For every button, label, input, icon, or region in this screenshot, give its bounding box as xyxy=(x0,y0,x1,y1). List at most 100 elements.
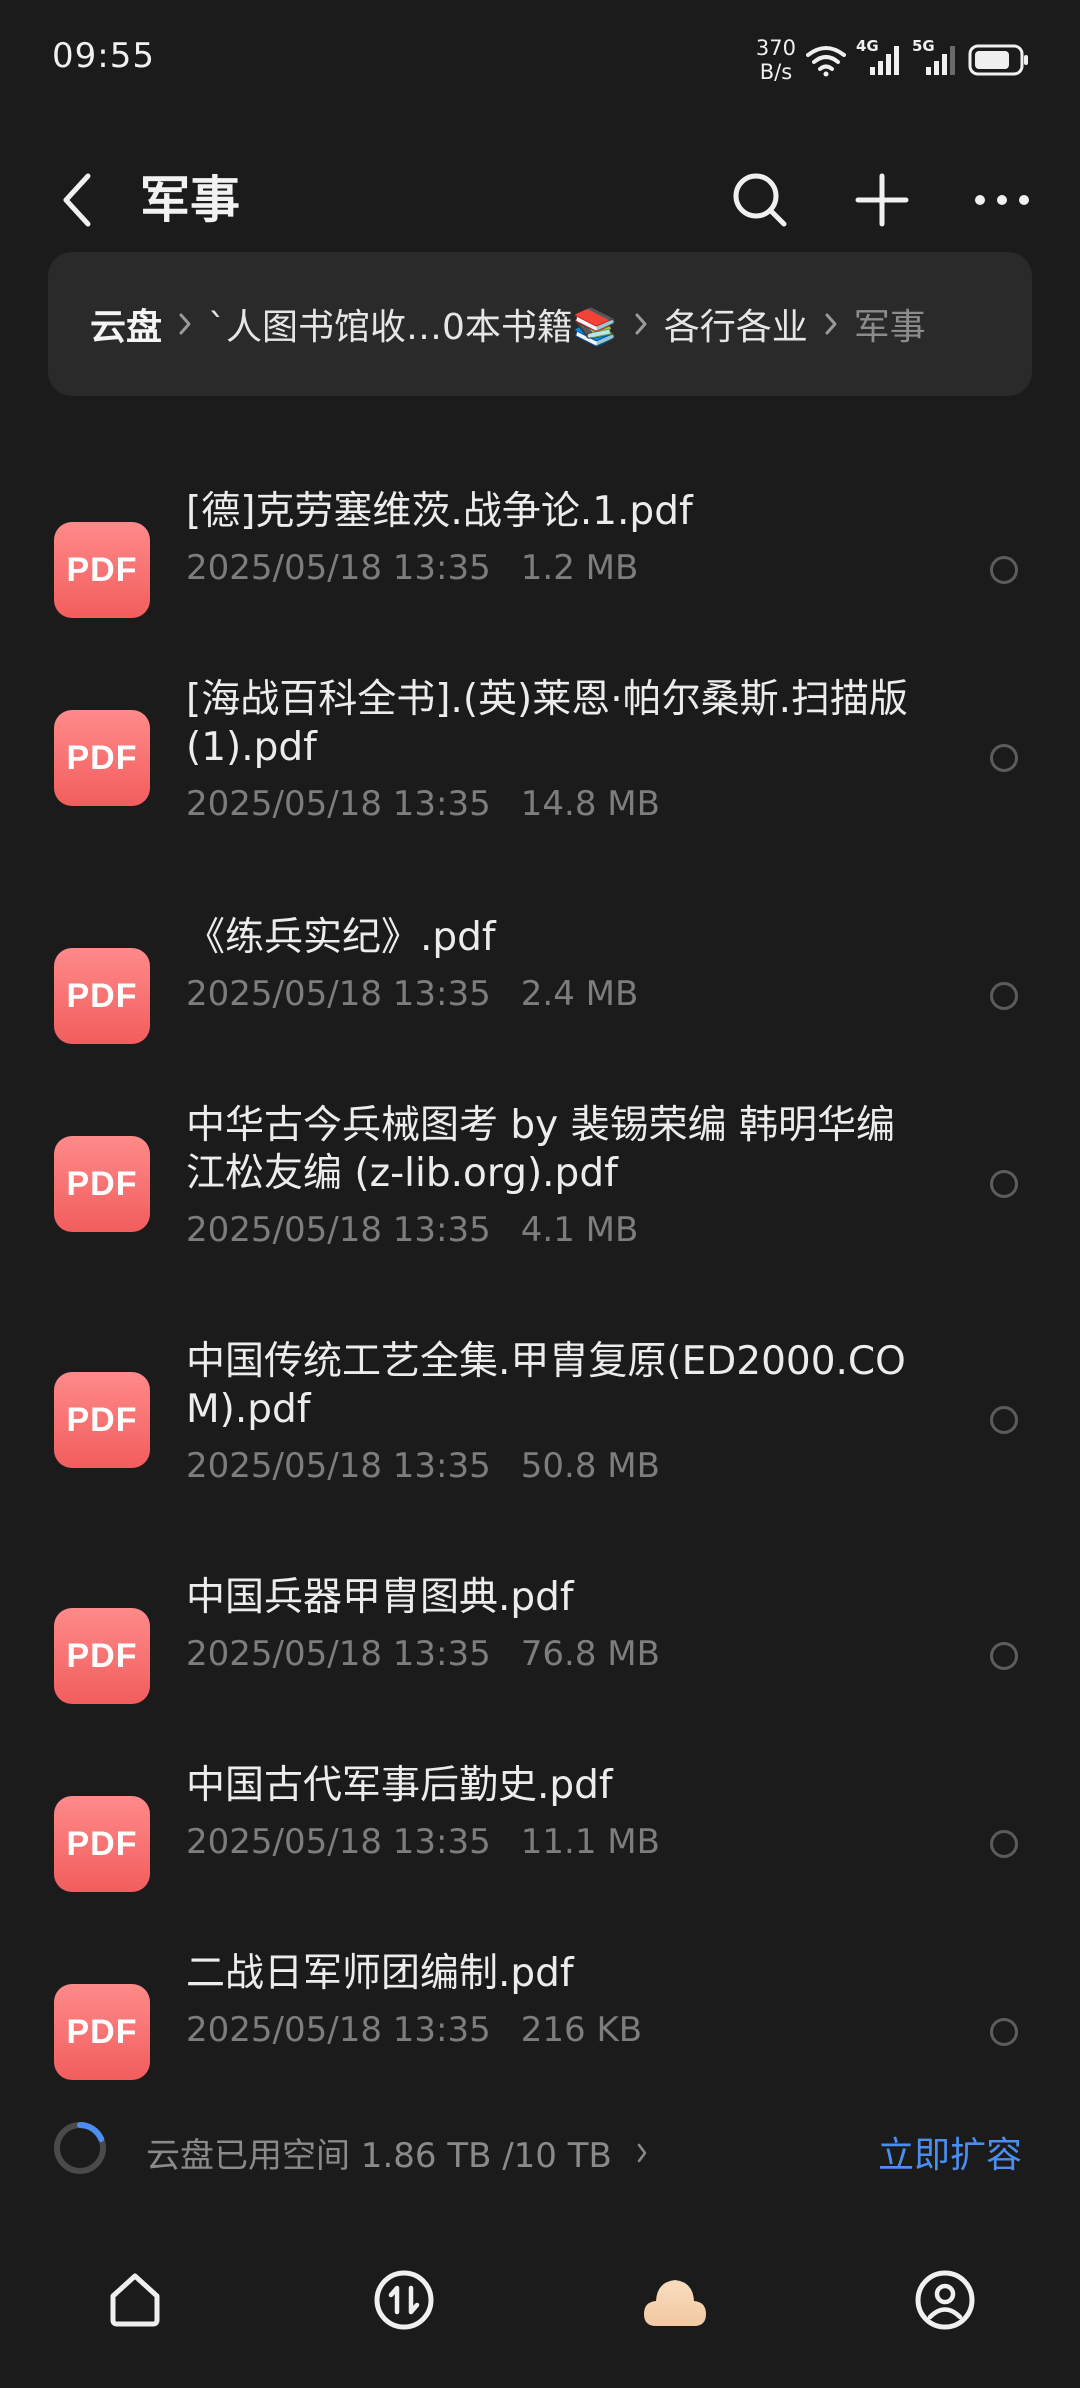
file-date: 2025/05/18 13:35 xyxy=(186,1822,491,1862)
expand-storage-link[interactable]: 立即扩容 xyxy=(878,2126,1022,2178)
search-button[interactable] xyxy=(720,160,800,240)
file-name: 二战日军师团编制.pdf xyxy=(186,1951,574,1996)
back-button[interactable] xyxy=(48,160,108,240)
file-meta: 2025/05/18 13:35 11.1 MB xyxy=(186,1822,660,1862)
file-meta: 2025/05/18 13:35 4.1 MB xyxy=(186,1210,638,1250)
cellular-signal-2-icon: 5G xyxy=(912,37,958,77)
file-name: [德]克劳塞维茨.战争论.1.pdf xyxy=(186,489,693,534)
cellular-signal-1-icon: 4G xyxy=(856,37,902,77)
breadcrumb-item-root[interactable]: 云盘 xyxy=(90,298,162,350)
select-checkbox[interactable] xyxy=(990,1642,1018,1670)
file-meta: 2025/05/18 13:35 76.8 MB xyxy=(186,1634,660,1674)
pdf-file-icon: PDF xyxy=(54,522,150,618)
file-row[interactable]: PDF [海战百科全书].(英)莱恩·帕尔桑斯.扫描版(1).pdf 2025/… xyxy=(0,676,1080,846)
file-row[interactable]: PDF 中国传统工艺全集.甲胄复原(ED2000.COM).pdf 2025/0… xyxy=(0,1338,1080,1508)
breadcrumb-item-current: 军事 xyxy=(853,307,926,348)
select-checkbox[interactable] xyxy=(990,982,1018,1010)
file-name: 中国古代军事后勤史.pdf xyxy=(186,1763,613,1808)
select-checkbox[interactable] xyxy=(990,1830,1018,1858)
file-size: 14.8 MB xyxy=(520,784,660,824)
nav-home-tab[interactable] xyxy=(95,2260,175,2340)
status-icons: 370 B/s 4G 5G xyxy=(756,30,1030,90)
chevron-right-icon xyxy=(634,312,648,336)
breadcrumb-item-industries[interactable]: 各行各业 xyxy=(664,298,808,350)
storage-usage-label: 云盘已用空间 1.86 TB /10 TB xyxy=(146,2136,612,2176)
plus-icon xyxy=(855,173,909,227)
file-date: 2025/05/18 13:35 xyxy=(186,548,491,588)
network-speed-unit: B/s xyxy=(759,60,793,84)
file-size: 76.8 MB xyxy=(520,1634,660,1674)
pdf-file-icon: PDF xyxy=(54,1136,150,1232)
pdf-icon-label: PDF xyxy=(66,738,138,777)
pdf-file-icon: PDF xyxy=(54,948,150,1044)
pdf-file-icon: PDF xyxy=(54,1984,150,2080)
pdf-file-icon: PDF xyxy=(54,1608,150,1704)
chevron-right-icon xyxy=(824,312,838,336)
network-speed-value: 370 xyxy=(755,36,796,60)
file-meta: 2025/05/18 13:35 1.2 MB xyxy=(186,548,638,588)
nav-cloud-tab[interactable] xyxy=(635,2260,715,2340)
status-time: 09:55 xyxy=(52,36,155,76)
select-checkbox[interactable] xyxy=(990,2018,1018,2046)
file-row[interactable]: PDF 中国兵器甲胄图典.pdf 2025/05/18 13:35 76.8 MB xyxy=(0,1574,1080,1704)
bottom-navigation xyxy=(0,2230,1080,2370)
transfer-icon xyxy=(374,2270,434,2330)
cloud-icon xyxy=(644,2280,706,2326)
file-meta: 2025/05/18 13:35 14.8 MB xyxy=(186,784,660,824)
file-date: 2025/05/18 13:35 xyxy=(186,2010,491,2050)
file-name: [海战百科全书].(英)莱恩·帕尔桑斯.扫描版(1).pdf xyxy=(186,677,909,770)
pdf-icon-label: PDF xyxy=(66,1164,138,1203)
search-icon xyxy=(733,173,787,227)
pdf-icon-label: PDF xyxy=(66,1824,138,1863)
file-meta: 2025/05/18 13:35 50.8 MB xyxy=(186,1446,660,1486)
file-size: 4.1 MB xyxy=(520,1210,639,1250)
nav-profile-tab[interactable] xyxy=(905,2260,985,2340)
signal-2-label: 5G xyxy=(912,37,935,55)
pdf-icon-label: PDF xyxy=(66,550,138,589)
home-icon xyxy=(110,2273,160,2327)
pdf-file-icon: PDF xyxy=(54,710,150,806)
file-row[interactable]: PDF 中华古今兵械图考 by 裴锡荣编 韩明华编 江松友编 (z-lib.or… xyxy=(0,1102,1080,1272)
file-name: 中国传统工艺全集.甲胄复原(ED2000.COM).pdf xyxy=(186,1339,906,1432)
file-size: 50.8 MB xyxy=(520,1446,660,1486)
file-size: 216 KB xyxy=(520,2010,643,2050)
chevron-right-icon xyxy=(178,312,192,336)
select-checkbox[interactable] xyxy=(990,1406,1018,1434)
file-row[interactable]: PDF 《练兵实纪》.pdf 2025/05/18 13:35 2.4 MB xyxy=(0,914,1080,1044)
header-bar: 军事 xyxy=(0,120,1080,270)
file-date: 2025/05/18 13:35 xyxy=(186,1210,491,1250)
status-bar: 09:55 370 B/s 4G 5G xyxy=(0,0,1080,120)
breadcrumb: 云盘 `人图书馆收…0本书籍📚 各行各业 军事 xyxy=(48,252,1032,396)
storage-usage-bar[interactable]: 云盘已用空间 1.86 TB /10 TB 立即扩容 xyxy=(0,2110,1080,2190)
signal-1-label: 4G xyxy=(856,37,879,55)
file-size: 11.1 MB xyxy=(520,1822,660,1862)
pdf-icon-label: PDF xyxy=(66,976,138,1015)
select-checkbox[interactable] xyxy=(990,1170,1018,1198)
chevron-right-icon xyxy=(636,2142,648,2164)
chevron-left-icon xyxy=(63,173,91,227)
pdf-icon-label: PDF xyxy=(66,1400,138,1439)
pdf-file-icon: PDF xyxy=(54,1796,150,1892)
select-checkbox[interactable] xyxy=(990,556,1018,584)
nav-transfer-tab[interactable] xyxy=(364,2260,444,2340)
more-horizontal-icon xyxy=(975,195,1029,205)
file-row[interactable]: PDF 二战日军师团编制.pdf 2025/05/18 13:35 216 KB xyxy=(0,1950,1080,2080)
pdf-icon-label: PDF xyxy=(66,2012,138,2051)
profile-icon xyxy=(915,2270,975,2330)
network-speed: 370 B/s xyxy=(756,36,796,84)
file-row[interactable]: PDF 中国古代军事后勤史.pdf 2025/05/18 13:35 11.1 M… xyxy=(0,1762,1080,1892)
breadcrumb-item-library[interactable]: `人图书馆收…0本书籍📚 xyxy=(208,298,618,350)
file-name: 中国兵器甲胄图典.pdf xyxy=(186,1575,574,1620)
wifi-icon xyxy=(806,43,846,77)
page-title: 军事 xyxy=(140,171,240,229)
select-checkbox[interactable] xyxy=(990,744,1018,772)
add-button[interactable] xyxy=(842,160,922,240)
file-date: 2025/05/18 13:35 xyxy=(186,1634,491,1674)
pdf-icon-label: PDF xyxy=(66,1636,138,1675)
file-row[interactable]: PDF [德]克劳塞维茨.战争论.1.pdf 2025/05/18 13:35 1… xyxy=(0,488,1080,618)
more-options-button[interactable] xyxy=(962,160,1042,240)
file-size: 2.4 MB xyxy=(520,974,639,1014)
file-name: 中华古今兵械图考 by 裴锡荣编 韩明华编 江松友编 (z-lib.org).p… xyxy=(186,1103,896,1196)
file-date: 2025/05/18 13:35 xyxy=(186,1446,491,1486)
battery-icon xyxy=(968,43,1030,77)
